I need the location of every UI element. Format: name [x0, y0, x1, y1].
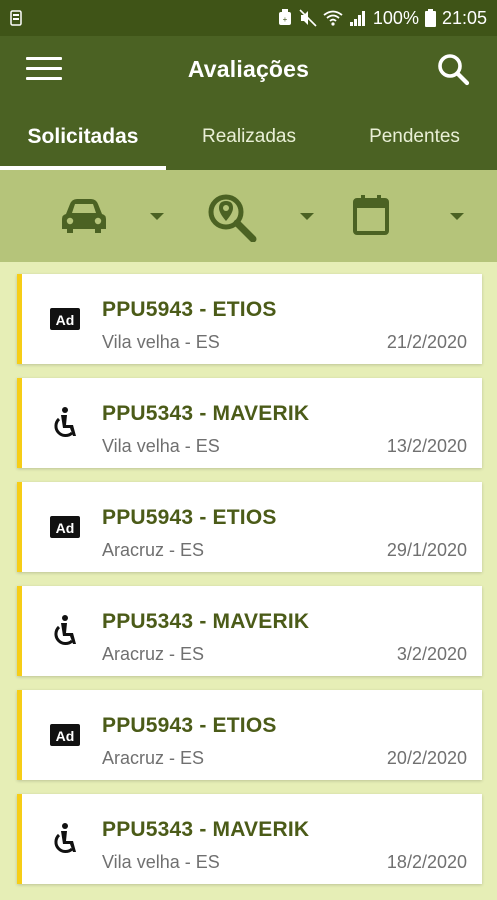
svg-text:Ad: Ad: [56, 312, 75, 328]
clock: 21:05: [441, 7, 487, 28]
item-title: PPU5343 - MAVERIK: [102, 402, 310, 425]
list-item[interactable]: Ad PPU5943 - ETIOS Vila velha - ES 21/2/…: [17, 274, 482, 364]
item-title: PPU5343 - MAVERIK: [102, 818, 310, 841]
item-title: PPU5943 - ETIOS: [102, 714, 277, 737]
car-icon[interactable]: [60, 196, 108, 236]
list-item[interactable]: PPU5343 - MAVERIK Vila velha - ES 13/2/2…: [17, 378, 482, 468]
item-city: Vila velha - ES: [102, 852, 220, 872]
tab-solicitadas[interactable]: Solicitadas: [0, 104, 166, 170]
location-filter-dropdown[interactable]: [300, 213, 314, 220]
ad-icon: Ad: [48, 510, 82, 544]
svg-text:Ad: Ad: [56, 728, 75, 744]
date-filter-dropdown[interactable]: [450, 213, 464, 220]
item-date: 20/2/2020: [386, 748, 467, 768]
item-title: PPU5343 - MAVERIK: [102, 610, 310, 633]
item-date: 13/2/2020: [386, 436, 467, 456]
item-date: 3/2/2020: [396, 644, 467, 664]
item-city: Aracruz - ES: [102, 748, 205, 768]
list-item[interactable]: Ad PPU5943 - ETIOS Aracruz - ES 20/2/202…: [17, 690, 482, 780]
list-item[interactable]: Ad PPU5943 - ETIOS Aracruz - ES 29/1/202…: [17, 482, 482, 572]
calendar-icon[interactable]: [352, 194, 390, 236]
status-bar: + 100% 21:05: [0, 0, 497, 36]
item-title: PPU5943 - ETIOS: [102, 506, 277, 529]
item-title: PPU5943 - ETIOS: [102, 298, 277, 321]
alarm-icon: +: [277, 9, 293, 27]
accessibility-icon: [48, 614, 82, 648]
item-city: Vila velha - ES: [102, 332, 220, 352]
signal-icon: [349, 10, 367, 26]
battery-percent: 100%: [372, 7, 419, 28]
notification-icon: [10, 10, 22, 26]
item-city: Aracruz - ES: [102, 540, 205, 560]
app-bar: Avaliações: [0, 36, 497, 104]
accessibility-icon: [48, 406, 82, 440]
mute-icon: [299, 9, 317, 27]
filter-bar: [0, 170, 497, 262]
status-left: [10, 10, 22, 26]
svg-text:Ad: Ad: [56, 520, 75, 536]
ad-icon: Ad: [48, 718, 82, 752]
tab-bar: Solicitadas Realizadas Pendentes: [0, 104, 497, 170]
battery-icon: [424, 9, 436, 27]
item-date: 18/2/2020: [386, 852, 467, 872]
list-item[interactable]: PPU5343 - MAVERIK Vila velha - ES 18/2/2…: [17, 794, 482, 884]
svg-text:+: +: [283, 15, 288, 24]
item-date: 21/2/2020: [386, 332, 467, 352]
item-city: Vila velha - ES: [102, 436, 220, 456]
page-title: Avaliações: [187, 56, 310, 82]
tab-realizadas[interactable]: Realizadas: [166, 104, 332, 170]
search-icon[interactable]: [436, 52, 472, 88]
tab-pendentes[interactable]: Pendentes: [332, 104, 497, 170]
item-city: Aracruz - ES: [102, 644, 205, 664]
accessibility-icon: [48, 822, 82, 856]
car-filter-dropdown[interactable]: [150, 213, 164, 220]
status-right: + 100% 21:05: [277, 8, 487, 29]
list-item[interactable]: PPU5343 - MAVERIK Aracruz - ES 3/2/2020: [17, 586, 482, 676]
ad-icon: Ad: [48, 302, 82, 336]
location-search-icon[interactable]: [206, 192, 258, 243]
item-date: 29/1/2020: [386, 540, 467, 560]
wifi-icon: [323, 10, 343, 26]
